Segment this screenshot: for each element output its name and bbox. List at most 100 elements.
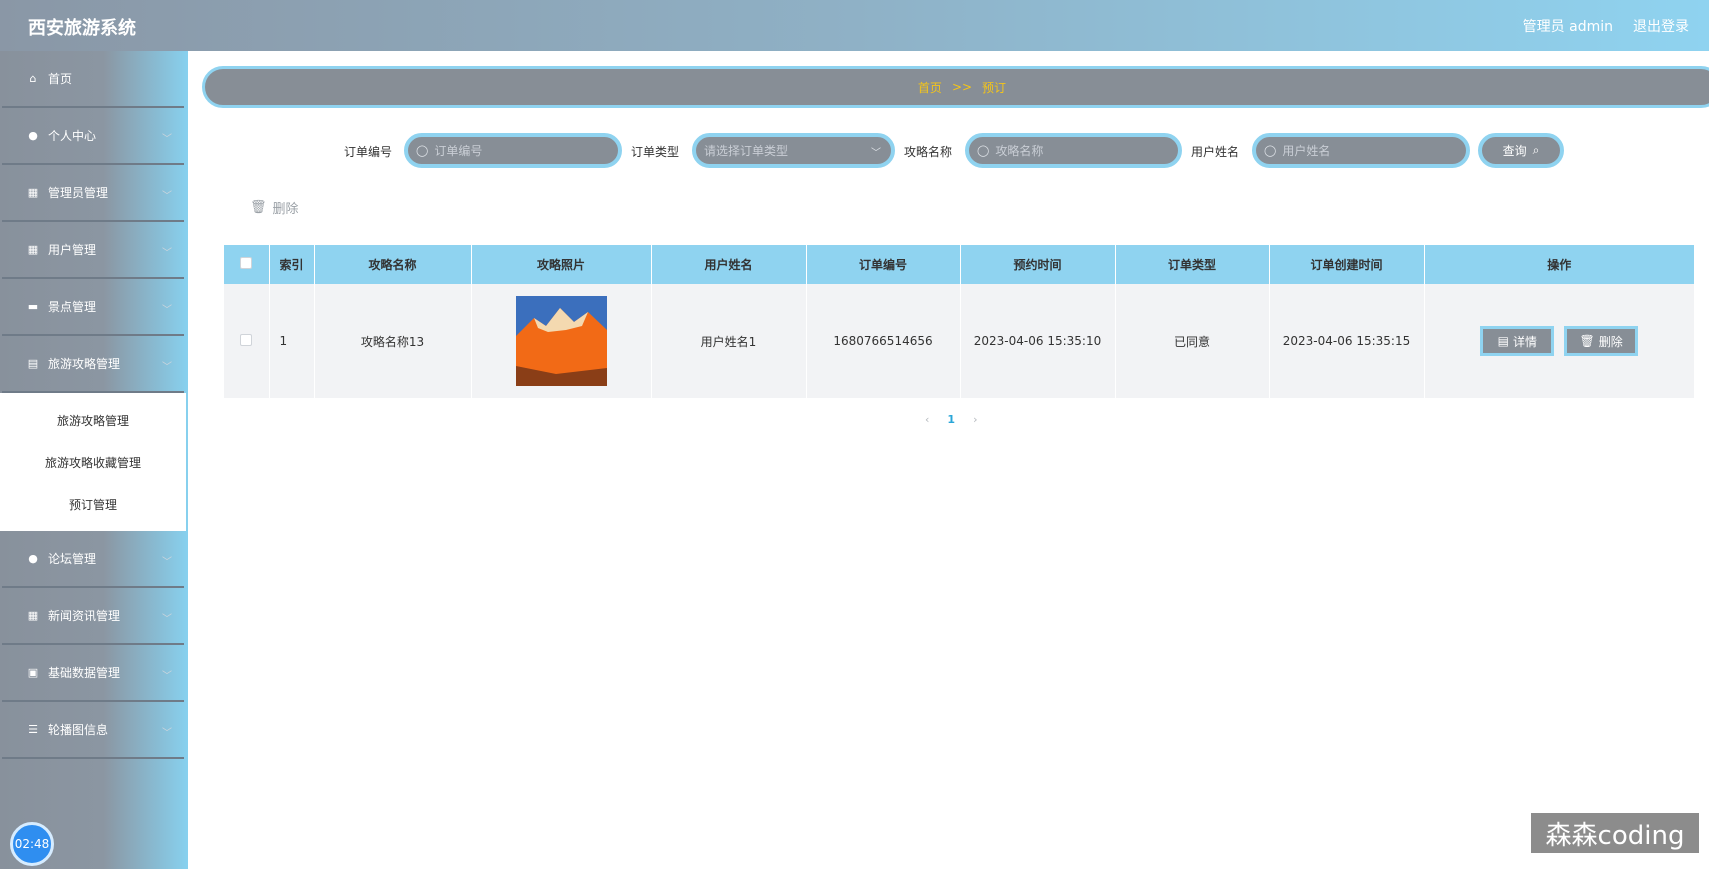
select-all-cell <box>224 245 270 284</box>
breadcrumb-separator: >> <box>951 80 973 94</box>
table-row: 1 攻略名称13 用户姓名1 1680766514656 2023-04-06 … <box>224 284 1694 398</box>
search-icon: ⌕ <box>1532 143 1540 157</box>
query-button-label: 查询 <box>1502 144 1527 158</box>
cell-order-type: 已同意 <box>1115 284 1270 398</box>
column-header: 操作 <box>1424 245 1694 284</box>
watermark: 森森coding <box>1531 813 1699 853</box>
guide-name-field[interactable]: ◯ <box>965 133 1182 168</box>
search-icon: ◯ <box>1264 144 1277 157</box>
page-number[interactable]: 1 <box>947 413 955 426</box>
bulk-delete-label: 删除 <box>272 202 299 217</box>
pagination: ‹ 1 › <box>925 413 977 426</box>
chevron-down-icon: ﹀ <box>162 191 172 202</box>
order-type-placeholder: 请选择订单类型 <box>704 144 789 158</box>
column-header: 索引 <box>269 245 315 284</box>
search-bar: 订单编号 ◯ 订单类型 请选择订单类型 ﹀ 攻略名称 ◯ 用户姓名 ◯ 查询 ⌕ <box>0 133 1709 169</box>
sidebar-item-admin-management[interactable]: ▦ 管理员管理 ﹀ <box>2 165 184 222</box>
chevron-down-icon: ﹀ <box>162 614 172 625</box>
grid-icon: ▦ <box>27 186 39 199</box>
chevron-down-icon: ﹀ <box>162 248 172 259</box>
user-name-field[interactable]: ◯ <box>1252 133 1470 168</box>
chevron-down-icon: ﹀ <box>162 728 172 739</box>
chevron-down-icon: ﹀ <box>162 362 172 373</box>
sidebar-item-label: 轮播图信息 <box>48 723 109 737</box>
table-header-row: 索引 攻略名称 攻略照片 用户姓名 订单编号 预约时间 订单类型 订单创建时间 … <box>224 245 1694 284</box>
trash-icon: 🗑 <box>250 200 267 215</box>
detail-button-label: 详情 <box>1512 334 1537 349</box>
delete-button-label: 删除 <box>1598 334 1623 349</box>
submenu-item-guide-favorites[interactable]: 旅游攻略收藏管理 <box>0 441 186 483</box>
sidebar-item-user-management[interactable]: ▦ 用户管理 ﹀ <box>2 222 184 279</box>
sidebar: ⌂ 首页 ● 个人中心 ﹀ ▦ 管理员管理 ﹀ ▦ 用户管理 ﹀ ▬ 景点管理 … <box>0 51 188 869</box>
cell-index: 1 <box>269 284 315 398</box>
column-header: 订单类型 <box>1115 245 1270 284</box>
sidebar-item-label: 新闻资讯管理 <box>48 609 121 623</box>
row-select-cell <box>224 284 270 398</box>
grid-icon: ▦ <box>27 243 39 256</box>
chevron-down-icon: ﹀ <box>162 305 172 316</box>
user-name-input[interactable] <box>1282 143 1433 158</box>
sidebar-item-label: 基础数据管理 <box>48 666 121 680</box>
cell-booking-time: 2023-04-06 15:35:10 <box>960 284 1116 398</box>
sidebar-item-scenic-management[interactable]: ▬ 景点管理 ﹀ <box>2 279 184 336</box>
prev-page-icon[interactable]: ‹ <box>925 413 929 426</box>
breadcrumb-home[interactable]: 首页 <box>918 79 942 96</box>
booking-table: 索引 攻略名称 攻略照片 用户姓名 订单编号 预约时间 订单类型 订单创建时间 … <box>224 245 1694 398</box>
cell-user-name: 用户姓名1 <box>651 284 807 398</box>
order-type-select[interactable]: 请选择订单类型 ﹀ <box>692 133 895 168</box>
query-button[interactable]: 查询 ⌕ <box>1478 133 1564 168</box>
sidebar-item-label: 景点管理 <box>48 300 97 314</box>
column-header: 攻略名称 <box>314 245 472 284</box>
logout-link[interactable]: 退出登录 <box>1633 16 1689 36</box>
order-no-label: 订单编号 <box>344 145 393 159</box>
app-title: 西安旅游系统 <box>28 18 136 39</box>
grid-icon: ▦ <box>27 609 39 622</box>
breadcrumb: 首页 >> 预订 <box>202 66 1709 108</box>
next-page-icon[interactable]: › <box>973 413 977 426</box>
detail-button[interactable]: ▤ 详情 <box>1480 326 1555 356</box>
select-all-checkbox[interactable] <box>240 257 253 269</box>
chevron-down-icon: ﹀ <box>871 148 881 159</box>
submenu-item-booking-management[interactable]: 预订管理 <box>0 483 186 525</box>
sidebar-item-home[interactable]: ⌂ 首页 <box>2 51 184 108</box>
bulk-delete-button[interactable]: 🗑 删除 <box>250 198 299 217</box>
sidebar-item-label: 论坛管理 <box>48 552 97 566</box>
comment-icon: ▬ <box>27 300 39 313</box>
sidebar-item-news-management[interactable]: ▦ 新闻资讯管理 ﹀ <box>2 588 184 645</box>
list-icon: ☰ <box>28 723 38 736</box>
order-no-input[interactable] <box>434 143 585 158</box>
cell-guide-name: 攻略名称13 <box>314 284 472 398</box>
document-icon: ▤ <box>1497 334 1509 348</box>
sidebar-item-carousel-info[interactable]: ☰ 轮播图信息 ﹀ <box>2 702 184 759</box>
home-icon: ⌂ <box>29 72 37 85</box>
sidebar-item-guide-management[interactable]: ▤ 旅游攻略管理 ﹀ <box>2 336 184 393</box>
breadcrumb-current: 预订 <box>982 80 1007 95</box>
guide-submenu: 旅游攻略管理 旅游攻略收藏管理 预订管理 <box>0 393 186 531</box>
submenu-item-guide-management[interactable]: 旅游攻略管理 <box>0 399 186 441</box>
current-user-label: 管理员 admin <box>1522 19 1613 35</box>
column-header: 订单创建时间 <box>1269 245 1425 284</box>
cell-created-time: 2023-04-06 15:35:15 <box>1269 284 1425 398</box>
document-icon: ▤ <box>27 357 39 370</box>
guide-name-input[interactable] <box>995 143 1146 158</box>
guide-photo <box>515 296 607 386</box>
cell-order-no: 1680766514656 <box>806 284 961 398</box>
clock-badge: 02:48 <box>10 822 54 866</box>
column-header: 攻略照片 <box>471 245 652 284</box>
column-header: 用户姓名 <box>651 245 807 284</box>
column-header: 预约时间 <box>960 245 1116 284</box>
order-no-field[interactable]: ◯ <box>404 133 622 168</box>
cell-actions: ▤ 详情 🗑 删除 <box>1424 284 1694 398</box>
search-icon: ◯ <box>416 144 429 157</box>
user-icon: ● <box>28 552 38 565</box>
chevron-down-icon: ﹀ <box>162 557 172 568</box>
sidebar-item-label: 用户管理 <box>48 243 97 257</box>
sidebar-item-base-data-management[interactable]: ▣ 基础数据管理 ﹀ <box>2 645 184 702</box>
guide-name-label: 攻略名称 <box>904 145 953 159</box>
trash-icon: 🗑 <box>1579 334 1595 348</box>
delete-button[interactable]: 🗑 删除 <box>1564 326 1639 356</box>
cell-guide-photo <box>471 284 652 398</box>
sidebar-item-forum-management[interactable]: ● 论坛管理 ﹀ <box>2 531 184 588</box>
row-checkbox[interactable] <box>240 333 253 346</box>
column-header: 订单编号 <box>806 245 961 284</box>
